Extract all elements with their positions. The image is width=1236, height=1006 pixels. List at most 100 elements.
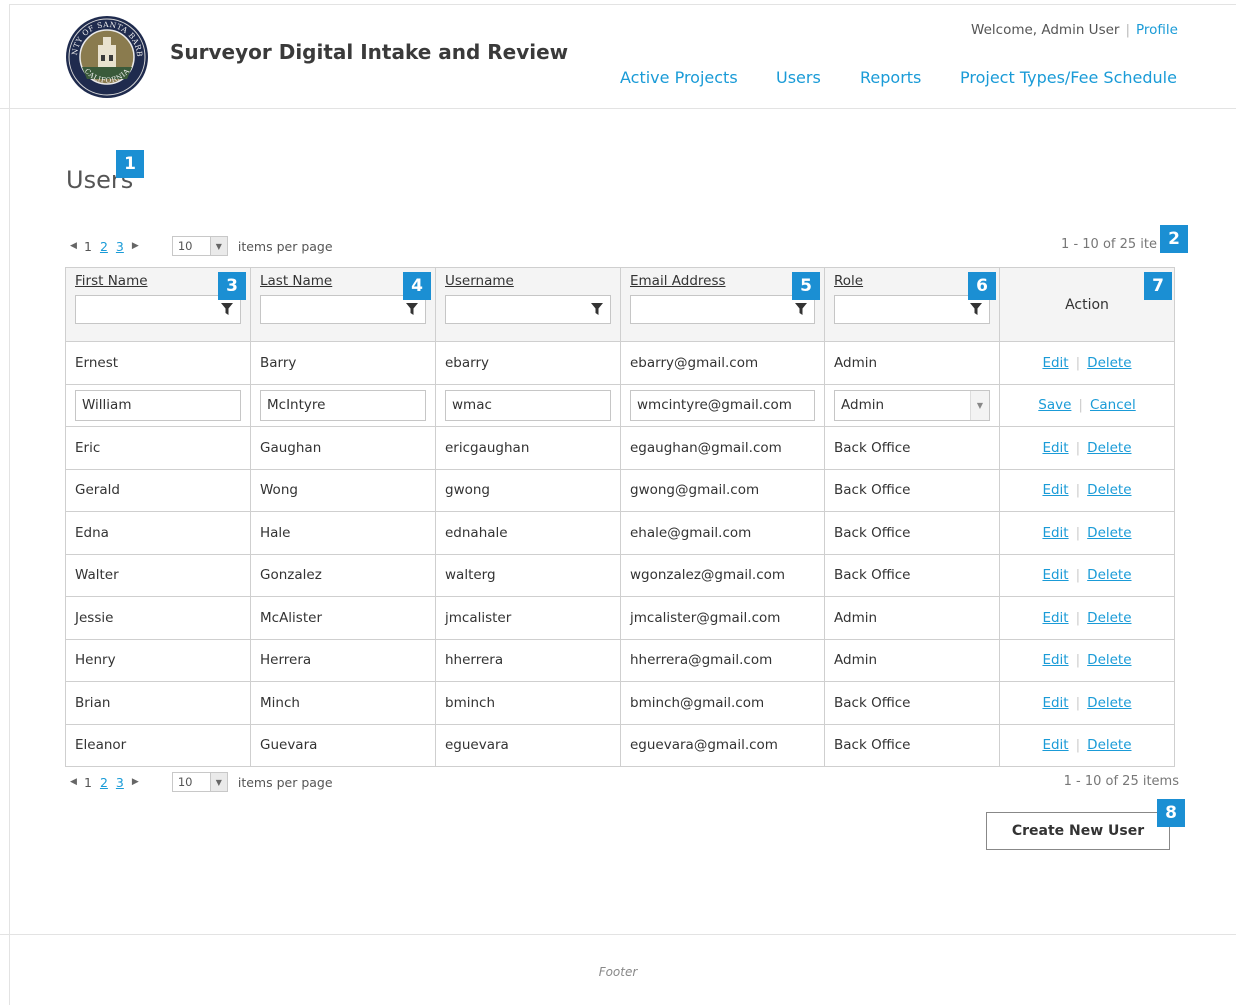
delete-link[interactable]: Delete [1087,610,1131,626]
cell-actions: Edit | Delete [999,681,1175,725]
sort-first-name[interactable]: First Name [75,273,148,289]
edit-link[interactable]: Edit [1042,440,1068,456]
filter-last-name[interactable] [260,295,426,324]
cell-role: Admin [824,341,1000,385]
filter-email[interactable] [630,295,815,324]
cell-username: ebarry [435,341,621,385]
delete-link[interactable]: Delete [1087,695,1131,711]
filter-icon[interactable] [591,303,603,315]
cell-role: Back Office [824,681,1000,725]
delete-link[interactable]: Delete [1087,355,1131,371]
table-row: Henry Herrera hherrera hherrera@gmail.co… [65,638,1175,682]
delete-link[interactable]: Delete [1087,737,1131,753]
cell-role: Admin [824,596,1000,640]
page-2-link[interactable]: 2 [100,239,108,254]
cell-first-name: Ernest [65,341,251,385]
callout-7: 7 [1144,272,1172,300]
arrow-left-icon[interactable]: ◀ [70,777,80,787]
table-row: Eleanor Guevara eguevara eguevara@gmail.… [65,723,1175,767]
page-1: 1 [84,774,92,790]
filter-icon[interactable] [221,303,233,315]
table-row-editing: William McIntyre wmac wmcintyre@gmail.co… [65,383,1175,427]
arrow-right-icon[interactable]: ▶ [132,777,142,787]
page-size-value: 10 [177,775,193,789]
filter-role[interactable] [834,295,990,324]
page-size-select[interactable]: 10 ▼ [171,236,228,256]
profile-link[interactable]: Profile [1136,22,1178,38]
filter-username[interactable] [445,295,611,324]
cell-actions: Edit | Delete [999,596,1175,640]
delete-link[interactable]: Delete [1087,482,1131,498]
cell-email: hherrera@gmail.com [620,638,825,682]
dropdown-arrow-icon[interactable]: ▼ [970,390,989,420]
cell-last-name: McAlister [250,596,436,640]
edit-link[interactable]: Edit [1042,737,1068,753]
page-3-link[interactable]: 3 [116,239,124,254]
email-value: wmcintyre@gmail.com [637,397,792,414]
username-input[interactable]: wmac [445,389,611,421]
edit-link[interactable]: Edit [1042,652,1068,668]
create-new-user-button[interactable]: Create New User [986,812,1170,850]
first-name-input[interactable]: William [75,389,241,421]
cell-actions: Edit | Delete [999,468,1175,512]
nav-active-projects[interactable]: Active Projects [620,68,738,87]
cell-first-name: Gerald [65,468,251,512]
page-size-value: 10 [177,239,193,253]
cell-last-name: Gonzalez [250,553,436,597]
edit-link[interactable]: Edit [1042,567,1068,583]
arrow-right-icon[interactable]: ▶ [132,241,142,251]
welcome-area: Welcome, Admin User | Profile [971,22,1178,38]
cell-last-name: Barry [250,341,436,385]
sort-last-name[interactable]: Last Name [260,273,332,289]
callout-5: 5 [792,272,820,300]
arrow-left-icon[interactable]: ◀ [70,241,80,251]
role-select[interactable]: Admin ▼ [834,389,990,421]
footer-text: Footer [598,965,638,979]
edit-link[interactable]: Edit [1042,482,1068,498]
nav-reports[interactable]: Reports [860,68,921,87]
filter-first-name[interactable] [75,295,241,324]
delete-link[interactable]: Delete [1087,567,1131,583]
last-name-input[interactable]: McIntyre [260,389,426,421]
cell-email: wmcintyre@gmail.com [620,383,825,427]
delete-link[interactable]: Delete [1087,440,1131,456]
cell-last-name: McIntyre [250,383,436,427]
cancel-link[interactable]: Cancel [1090,397,1136,413]
save-link[interactable]: Save [1038,397,1071,413]
page-size-select[interactable]: 10 ▼ [171,772,228,792]
nav-users[interactable]: Users [776,68,821,87]
cell-email: ehale@gmail.com [620,511,825,555]
cell-last-name: Wong [250,468,436,512]
cell-role: Back Office [824,426,1000,470]
delete-link[interactable]: Delete [1087,525,1131,541]
cell-actions: Edit | Delete [999,511,1175,555]
sort-email[interactable]: Email Address [630,273,726,289]
delete-link[interactable]: Delete [1087,652,1131,668]
nav-project-types[interactable]: Project Types/Fee Schedule [960,68,1177,87]
table-row: Gerald Wong gwong gwong@gmail.com Back O… [65,468,1175,512]
edit-link[interactable]: Edit [1042,610,1068,626]
sort-role[interactable]: Role [834,273,863,289]
callout-6: 6 [968,272,996,300]
edit-link[interactable]: Edit [1042,525,1068,541]
edit-link[interactable]: Edit [1042,695,1068,711]
filter-icon[interactable] [406,303,418,315]
callout-2: 2 [1160,225,1188,253]
cell-actions: Edit | Delete [999,723,1175,767]
items-per-page-label: items per page [237,238,333,254]
page-3-link[interactable]: 3 [116,775,124,790]
sort-username[interactable]: Username [445,273,514,289]
item-count-top: 1 - 10 of 25 ite [1061,237,1157,252]
edit-link[interactable]: Edit [1042,355,1068,371]
callout-8: 8 [1157,799,1185,827]
cell-role: Admin ▼ [824,383,1000,427]
cell-username: walterg [435,553,621,597]
filter-icon[interactable] [795,303,807,315]
page-2-link[interactable]: 2 [100,775,108,790]
cell-role: Back Office [824,511,1000,555]
callout-4: 4 [403,272,431,300]
cell-email: gwong@gmail.com [620,468,825,512]
role-value: Admin [841,397,885,414]
filter-icon[interactable] [970,303,982,315]
email-input[interactable]: wmcintyre@gmail.com [630,389,815,421]
